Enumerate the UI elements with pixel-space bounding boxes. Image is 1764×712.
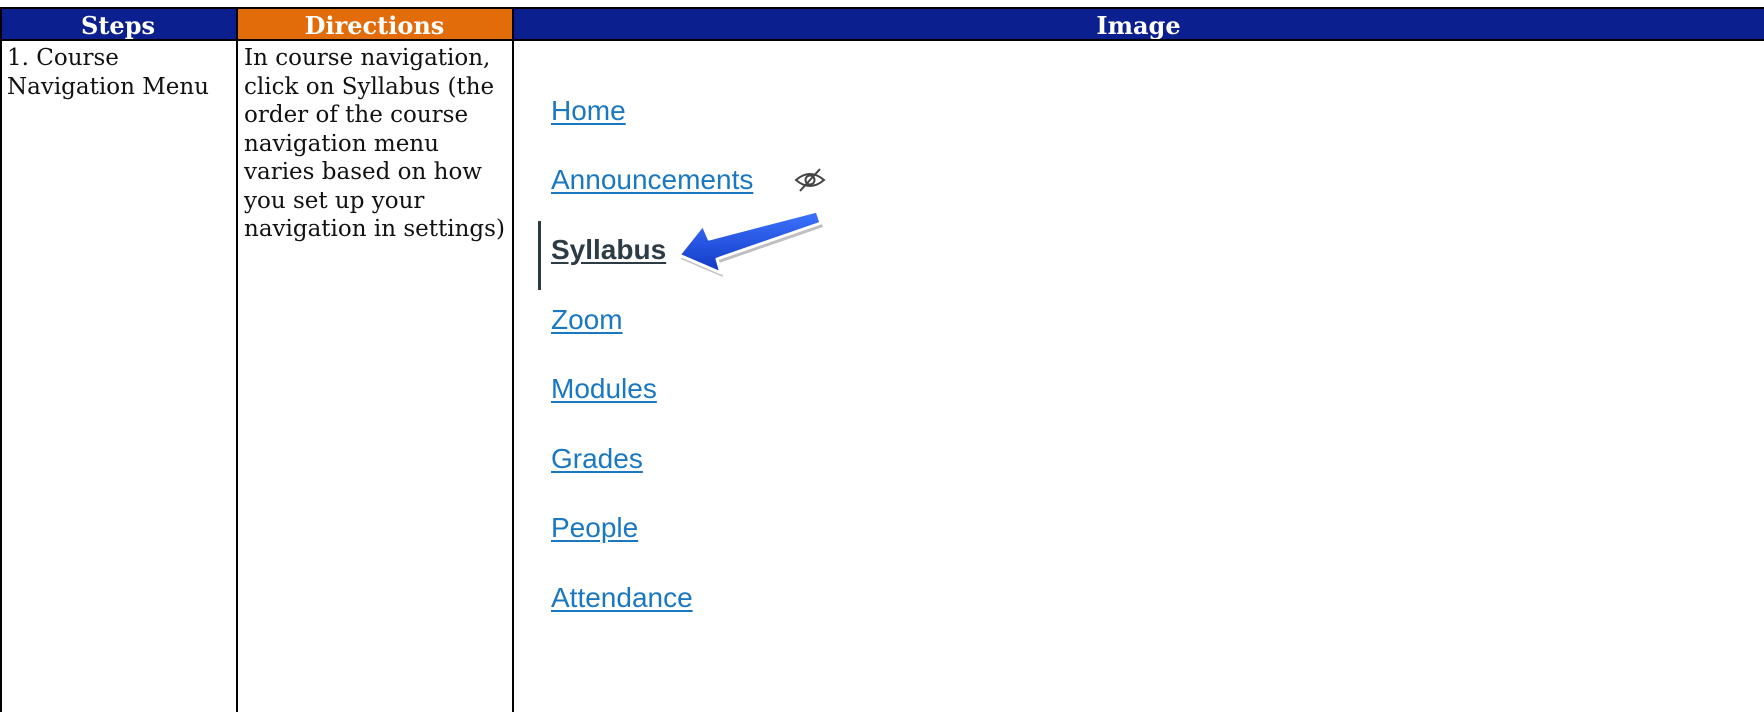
directions-cell: In course navigation, click on Syllabus … — [244, 45, 505, 242]
header-steps: Steps — [0, 7, 236, 40]
screenshot-crop-edge — [514, 41, 855, 47]
active-nav-indicator — [538, 221, 541, 290]
table-border-top — [0, 7, 1764, 9]
nav-link-announcements[interactable]: Announcements — [551, 164, 753, 196]
nav-link-modules[interactable]: Modules — [551, 373, 657, 405]
nav-link-home[interactable]: Home — [551, 95, 626, 127]
header-directions: Directions — [236, 7, 513, 40]
nav-link-grades[interactable]: Grades — [551, 443, 643, 475]
step-cell: 1. Course Navigation Menu — [7, 45, 209, 100]
nav-link-syllabus[interactable]: Syllabus — [551, 234, 666, 266]
nav-link-people[interactable]: People — [551, 512, 638, 544]
nav-link-attendance[interactable]: Attendance — [551, 582, 693, 614]
eye-slash-icon — [794, 168, 826, 192]
header-image: Image — [513, 7, 1764, 40]
pointer-arrow-icon — [677, 209, 823, 277]
table-divider-1 — [236, 7, 238, 712]
course-navigation-screenshot: Fall 2020 Test Home Announcements Syllab… — [514, 41, 1764, 712]
table-header-row: Steps Directions Image — [0, 7, 1764, 40]
nav-link-zoom[interactable]: Zoom — [551, 304, 623, 336]
table-border-left — [0, 7, 2, 712]
